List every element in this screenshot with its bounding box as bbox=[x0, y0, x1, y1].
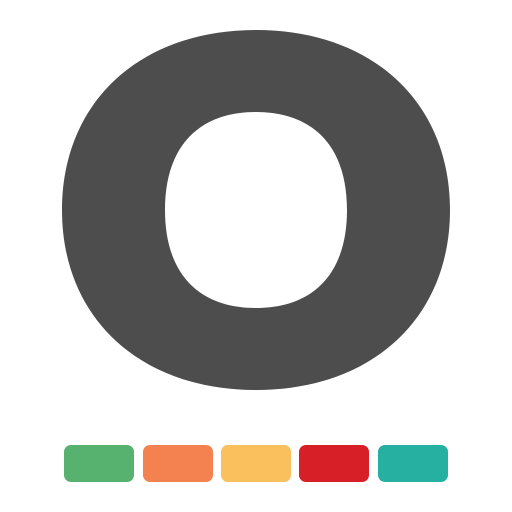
swatch-green bbox=[64, 445, 134, 482]
swatch-red bbox=[299, 445, 369, 482]
letter-o-logo-icon bbox=[62, 30, 450, 390]
letter-o-shape bbox=[62, 30, 450, 390]
swatch-teal bbox=[378, 445, 448, 482]
app-icon bbox=[0, 0, 512, 512]
swatch-orange bbox=[143, 445, 213, 482]
swatch-yellow bbox=[221, 445, 291, 482]
